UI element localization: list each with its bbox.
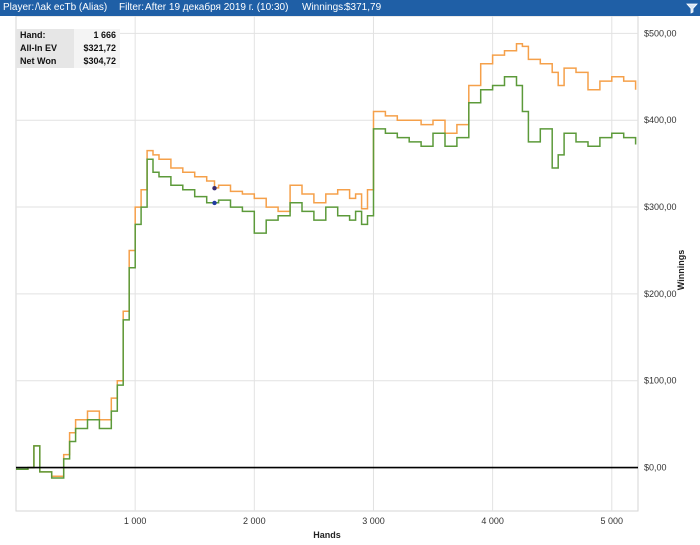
player-label: Player: [3,2,35,13]
x-tick-label-3: 4 000 [481,516,504,526]
y-tick-label-3: $300,00 [644,202,677,212]
stats-label: Hand: [16,29,74,42]
y-tick-label-4: $400,00 [644,115,677,125]
x-tick-label-1: 2 000 [243,516,266,526]
stats-row-allin-ev: All-In EV $321,72 [16,42,120,55]
filter-value: After 19 декабря 2019 г. (10:30) [145,2,289,13]
y-tick-label-5: $500,00 [644,28,677,38]
stats-label: Net Won [16,55,74,68]
winnings-chart: 1 000 2 000 3 000 4 000 5 000 $0,00 $100,00 $2… [0,16,700,545]
stats-row-hand: Hand: 1 666 [16,29,120,42]
y-tick-label-1: $100,00 [644,376,677,386]
filter-funnel-icon[interactable] [686,2,698,14]
stats-row-net-won: Net Won $304,72 [16,55,120,68]
x-tick-label-4: 5 000 [601,516,624,526]
winnings-value: $371,79 [345,2,382,13]
y-tick-label-2: $200,00 [644,289,677,299]
stats-label: All-In EV [16,42,74,55]
x-tick-label-2: 3 000 [362,516,385,526]
winnings-label: Winnings: [302,2,346,13]
player-name: /\ak ecTb (Alias) [35,2,108,13]
y-tick-label-0: $0,00 [644,463,667,473]
x-tick-label-0: 1 000 [124,516,147,526]
hand-stats-box: Hand: 1 666 All-In EV $321,72 Net Won $304,… [16,29,120,68]
stats-value: $304,72 [74,55,120,68]
marker-allin_ev [212,185,217,191]
marker-net_won [212,200,217,206]
stats-value: 1 666 [74,29,120,42]
plot-area [15,16,639,512]
title-bar: Player: /\ak ecTb (Alias) Filter: After … [0,0,700,16]
stats-value: $321,72 [74,42,120,55]
filter-label: Filter: [119,2,144,13]
x-axis-label: Hands [313,530,341,540]
y-axis-label: Winnings [676,250,686,290]
